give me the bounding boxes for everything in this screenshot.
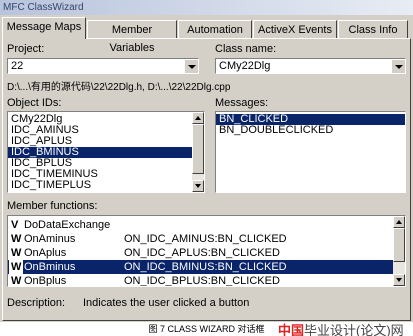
- handler-function-icon: W: [9, 260, 24, 274]
- class-name-combo[interactable]: CMy22Dlg: [215, 58, 406, 74]
- function-mapping: ON_IDC_BPLUS:BN_CLICKED: [124, 275, 280, 287]
- tab-member-variables[interactable]: Member Variables: [87, 20, 177, 54]
- function-name: DoDataExchange: [24, 219, 111, 231]
- function-mapping: ON_IDC_APLUS:BN_CLICKED: [124, 247, 280, 259]
- virtual-function-icon: V: [11, 219, 19, 231]
- object-ids-scrollbar[interactable]: [192, 112, 204, 192]
- function-name: OnAminus: [24, 233, 76, 245]
- object-ids-label: Object IDs:: [7, 97, 62, 109]
- function-name: OnAplus: [24, 247, 67, 259]
- project-value: 22: [11, 60, 24, 72]
- tab-strip: Message Maps Member Variables Automation…: [2, 17, 411, 54]
- project-label: Project:: [7, 43, 45, 55]
- object-id-item[interactable]: IDC_TIMEPLUS: [8, 180, 204, 191]
- class-name-value: CMy22Dlg: [219, 60, 271, 72]
- handler-function-icon: W: [11, 247, 22, 259]
- handler-function-icon: W: [11, 233, 22, 245]
- project-combo[interactable]: 22: [7, 58, 199, 74]
- member-function-row[interactable]: W OnBplus ON_IDC_BPLUS:BN_CLICKED: [8, 274, 405, 287]
- member-function-row[interactable]: W OnAminus ON_IDC_AMINUS:BN_CLICKED: [8, 232, 405, 246]
- member-function-row-selected[interactable]: W OnBminus ON_IDC_BMINUS:BN_CLICKED: [8, 260, 405, 274]
- member-functions-rows: V DoDataExchange W OnAminus ON_IDC_AMINU…: [8, 216, 405, 287]
- member-functions-list[interactable]: V DoDataExchange W OnAminus ON_IDC_AMINU…: [7, 215, 406, 287]
- class-name-label: Class name:: [215, 43, 277, 55]
- messages-items: BN_CLICKED BN_DOUBLECLICKED: [216, 112, 405, 136]
- tab-class-info[interactable]: Class Info: [338, 20, 408, 38]
- brand-mark: 中国: [278, 323, 305, 336]
- scroll-down-icon[interactable]: [393, 274, 405, 286]
- scroll-up-icon[interactable]: [393, 216, 405, 228]
- object-ids-items: CMy22Dlg IDC_AMINUS IDC_APLUS IDC_BMINUS…: [8, 112, 204, 191]
- member-function-row[interactable]: V DoDataExchange: [8, 218, 405, 232]
- description-text: Indicates the user clicked a button: [83, 297, 250, 309]
- messages-list[interactable]: BN_CLICKED BN_DOUBLECLICKED: [215, 111, 406, 193]
- function-mapping: ON_IDC_AMINUS:BN_CLICKED: [124, 233, 287, 245]
- messages-label: Messages:: [215, 97, 269, 109]
- project-dropdown-arrow-icon[interactable]: [184, 59, 198, 73]
- message-maps-panel: Project: 22 Class name: CMy22Dlg D:\...\…: [2, 38, 411, 321]
- site-brand: 中国毕业设计(论文)网: [278, 320, 404, 336]
- window-title: MFC ClassWizard: [3, 2, 84, 13]
- member-functions-label: Member functions:: [7, 200, 98, 212]
- description-label: Description:: [7, 297, 66, 309]
- function-name: OnBminus: [24, 261, 76, 273]
- title-bar: MFC ClassWizard: [0, 0, 413, 15]
- scroll-thumb[interactable]: [393, 228, 405, 262]
- handler-function-icon: W: [11, 275, 22, 287]
- function-name: OnBplus: [24, 275, 67, 287]
- tab-activex-events[interactable]: ActiveX Events: [253, 20, 337, 38]
- member-functions-scrollbar[interactable]: [393, 216, 405, 286]
- object-ids-list[interactable]: CMy22Dlg IDC_AMINUS IDC_APLUS IDC_BMINUS…: [7, 111, 205, 193]
- tab-message-maps[interactable]: Message Maps: [2, 17, 86, 39]
- member-function-row[interactable]: W OnAplus ON_IDC_APLUS:BN_CLICKED: [8, 246, 405, 260]
- scroll-down-icon[interactable]: [192, 180, 204, 192]
- function-mapping: ON_IDC_BMINUS:BN_CLICKED: [124, 261, 287, 273]
- class-name-dropdown-arrow-icon[interactable]: [391, 59, 405, 73]
- message-item[interactable]: BN_DOUBLECLICKED: [216, 125, 405, 136]
- tab-automation[interactable]: Automation: [178, 20, 252, 38]
- brand-text: 毕业设计(论文)网: [304, 323, 404, 336]
- scroll-up-icon[interactable]: [192, 112, 204, 124]
- scroll-thumb[interactable]: [192, 124, 204, 174]
- file-path: D:\...\有用的源代码\22\22Dlg.h, D:\...\22\22Dl…: [7, 82, 231, 93]
- class-wizard-window: MFC ClassWizard Message Maps Member Vari…: [0, 0, 413, 336]
